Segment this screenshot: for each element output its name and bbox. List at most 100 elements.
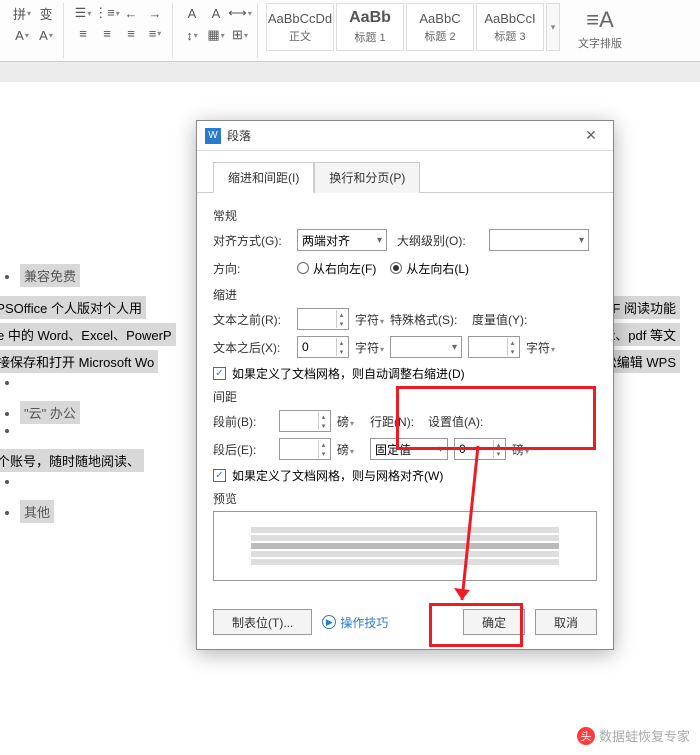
- dialog-tabs: 缩进和间距(I) 换行和分页(P): [197, 151, 613, 193]
- text-line: 一个账号，随时随地阅读、: [0, 449, 144, 472]
- section-preview: 预览: [213, 490, 597, 507]
- radio-dot: [390, 262, 402, 274]
- tab-line-page[interactable]: 换行和分页(P): [314, 162, 420, 193]
- text-direction-icon[interactable]: ⟷: [229, 3, 251, 23]
- tab-indent-spacing[interactable]: 缩进和间距(I): [213, 162, 314, 193]
- heading: 其他: [20, 500, 54, 523]
- align-center-icon[interactable]: ≡: [96, 23, 118, 43]
- indent-grid-check[interactable]: 如果定义了文档网格，则自动调整右缩进(D): [213, 365, 597, 382]
- text-layout-button[interactable]: ≡A 文字排版: [574, 3, 626, 51]
- text-line: fice 中的 Word、Excel、PowerP: [0, 323, 176, 346]
- numbering-icon[interactable]: ⋮≡: [96, 3, 118, 23]
- measure-input[interactable]: ▴▾: [468, 336, 520, 358]
- radio-rtl[interactable]: 从右向左(F): [297, 260, 376, 277]
- line-spacing-combo[interactable]: 固定值: [370, 438, 448, 460]
- style-label: 标题 3: [494, 28, 525, 44]
- ribbon-group-styles: AaBbCcDd 正文 AaBb 标题 1 AaBbC 标题 2 AaBbCcI…: [260, 3, 566, 58]
- style-preview: AaBbC: [419, 11, 460, 26]
- watermark: 数据蛙恢复专家: [577, 726, 690, 745]
- bullets-icon[interactable]: ☰: [72, 3, 94, 23]
- spacing-grid-check[interactable]: 如果定义了文档网格，则与网格对齐(W): [213, 467, 597, 484]
- style-item-h3[interactable]: AaBbCcI 标题 3: [476, 3, 544, 51]
- text-line: WPSOffice 个人版对个人用: [0, 296, 146, 319]
- unit[interactable]: 磅: [337, 441, 354, 458]
- text-after-input[interactable]: ▴▾: [297, 336, 349, 358]
- style-preview: AaBbCcI: [484, 11, 535, 26]
- unit[interactable]: 磅: [337, 413, 354, 430]
- ok-button[interactable]: 确定: [463, 609, 525, 635]
- style-label: 标题 2: [424, 28, 455, 44]
- style-label: 正文: [289, 28, 311, 44]
- paragraph-dialog: W 段落 ✕ 缩进和间距(I) 换行和分页(P) 常规 对齐方式(G): 两端对…: [196, 120, 614, 650]
- direction-label: 方向:: [213, 260, 291, 277]
- special-combo[interactable]: [390, 336, 462, 358]
- checkbox-icon: [213, 367, 226, 380]
- heading: "云" 办公: [20, 401, 80, 424]
- dialog-footer: 制表位(T)... 操作技巧 确定 取消: [197, 601, 613, 649]
- measure-label: 度量值(Y):: [472, 311, 532, 328]
- style-label: 标题 1: [354, 29, 385, 45]
- special-label: 特殊格式(S):: [390, 311, 466, 328]
- dialog-title: 段落: [227, 127, 577, 144]
- unit[interactable]: 字符: [355, 311, 384, 328]
- ribbon-toolbar: 拼 变 A A ☰ ⋮≡ ← → ≡ ≡ ≡ ≡ A A ⟷ ↕ ▦ ⊞: [0, 0, 700, 62]
- text-line: 直接保存和打开 Microsoft Wo: [0, 350, 158, 373]
- align-left-icon[interactable]: ≡: [72, 23, 94, 43]
- style-item-h1[interactable]: AaBb 标题 1: [336, 3, 404, 51]
- align-justify-icon[interactable]: ≡: [144, 23, 166, 43]
- preview-line: [251, 527, 559, 533]
- before-para-input[interactable]: ▴▾: [279, 410, 331, 432]
- outline-label: 大纲级别(O):: [397, 232, 483, 249]
- text-layout-label: 文字排版: [578, 35, 622, 51]
- border-icon[interactable]: ⊞: [229, 25, 251, 45]
- dialog-titlebar: W 段落 ✕: [197, 121, 613, 151]
- setval-input[interactable]: ▴▾: [454, 438, 506, 460]
- unit[interactable]: 字符: [355, 339, 384, 356]
- font-icon[interactable]: A: [11, 25, 33, 45]
- after-para-input[interactable]: ▴▾: [279, 438, 331, 460]
- radio-dot: [297, 262, 309, 274]
- preview-box: [213, 511, 597, 581]
- section-indent: 缩进: [213, 286, 597, 303]
- ribbon-group-text-layout: ≡A 文字排版: [568, 3, 632, 58]
- shading-icon[interactable]: ▦: [205, 25, 227, 45]
- preview-line: [251, 535, 559, 541]
- preview-line: [251, 559, 559, 565]
- ribbon-group-paragraph: ☰ ⋮≡ ← → ≡ ≡ ≡ ≡: [66, 3, 173, 58]
- text-before-label: 文本之前(R):: [213, 311, 291, 328]
- align-combo[interactable]: 两端对齐: [297, 229, 387, 251]
- preview-line: [251, 551, 559, 557]
- meta-icon[interactable]: A: [35, 25, 57, 45]
- indent-decrease-icon[interactable]: ←: [120, 3, 142, 23]
- char-shade-icon[interactable]: A: [205, 3, 227, 23]
- before-para-label: 段前(B):: [213, 413, 273, 430]
- preview-line: [251, 543, 559, 549]
- unit[interactable]: 字符: [526, 339, 555, 356]
- tabstops-button[interactable]: 制表位(T)...: [213, 609, 312, 635]
- char-icon[interactable]: 变: [35, 3, 57, 23]
- char-border-icon[interactable]: A: [181, 3, 203, 23]
- indent-increase-icon[interactable]: →: [144, 3, 166, 23]
- cancel-button[interactable]: 取消: [535, 609, 597, 635]
- text-before-input[interactable]: ▴▾: [297, 308, 349, 330]
- style-preview: AaBb: [349, 9, 391, 27]
- setval-label: 设置值(A):: [428, 413, 510, 430]
- align-right-icon[interactable]: ≡: [120, 23, 142, 43]
- close-button[interactable]: ✕: [577, 125, 605, 147]
- unit[interactable]: 磅: [512, 441, 529, 458]
- style-preview: AaBbCcDd: [268, 11, 332, 26]
- tips-link[interactable]: 操作技巧: [322, 614, 388, 631]
- text-after-label: 文本之后(X):: [213, 339, 291, 356]
- style-item-h2[interactable]: AaBbC 标题 2: [406, 3, 474, 51]
- style-gallery-dropdown[interactable]: ▾: [546, 3, 560, 51]
- section-general: 常规: [213, 207, 597, 224]
- checkbox-icon: [213, 469, 226, 482]
- section-spacing: 间距: [213, 388, 597, 405]
- style-item-normal[interactable]: AaBbCcDd 正文: [266, 3, 334, 51]
- text-layout-icon: ≡A: [586, 5, 614, 35]
- phonetic-icon[interactable]: 拼: [11, 3, 33, 23]
- outline-combo[interactable]: [489, 229, 589, 251]
- heading: 兼容免费: [20, 264, 80, 287]
- line-spacing-icon[interactable]: ↕: [181, 25, 203, 45]
- radio-ltr[interactable]: 从左向右(L): [390, 260, 469, 277]
